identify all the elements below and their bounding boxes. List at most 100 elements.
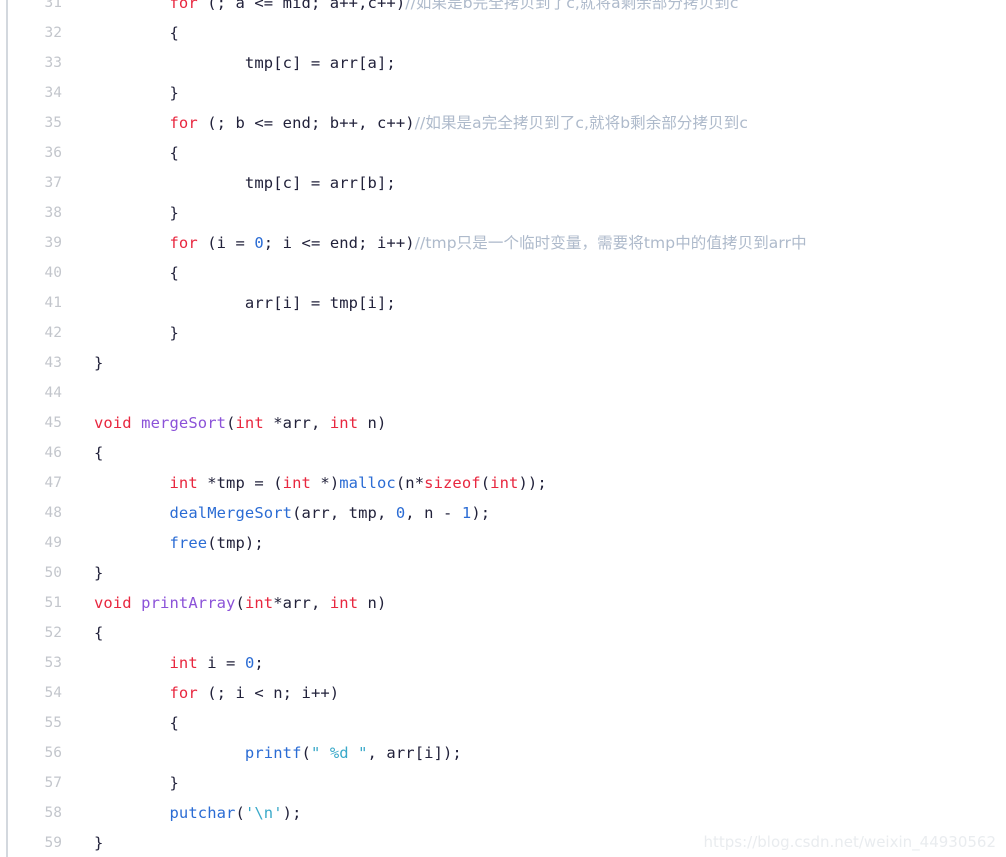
line-number: 40 <box>44 265 62 281</box>
line-content[interactable]: arr[i] = tmp[i]; <box>94 288 396 318</box>
line-number: 50 <box>44 565 62 581</box>
line-content[interactable]: tmp[c] = arr[a]; <box>94 48 396 78</box>
token-pln <box>132 414 141 432</box>
token-fn: free <box>169 534 208 552</box>
token-pln: } <box>94 774 179 792</box>
token-pln: ( <box>480 474 491 492</box>
code-line: 33 tmp[c] = arr[a]; <box>0 48 1006 78</box>
code-line: 42 } <box>0 318 1006 348</box>
line-number: 49 <box>44 535 62 551</box>
token-pln: ( <box>235 804 245 822</box>
token-pln: { <box>94 264 179 282</box>
token-cmt: //如果是b完全拷贝到了c,就将a剩余部分拷贝到c <box>405 0 739 12</box>
token-pln: } <box>94 834 104 852</box>
line-content[interactable]: } <box>94 768 179 798</box>
token-num: 1 <box>461 504 472 522</box>
line-number: 51 <box>44 595 62 611</box>
token-pln <box>94 744 245 762</box>
line-number: 56 <box>44 745 62 761</box>
token-pln: tmp[c] = arr[b]; <box>94 174 396 192</box>
token-pln: ( <box>235 594 245 612</box>
line-content[interactable]: void printArray(int*arr, int n) <box>94 588 386 618</box>
line-content[interactable]: { <box>94 618 103 648</box>
token-pln <box>94 804 169 822</box>
token-pln <box>94 474 169 492</box>
token-pln: (arr, tmp, <box>292 504 396 522</box>
line-content[interactable]: void mergeSort(int *arr, int n) <box>94 408 386 438</box>
line-number: 35 <box>44 115 62 131</box>
code-line: 32 { <box>0 18 1006 48</box>
code-line: 43} <box>0 348 1006 378</box>
code-line: 54 for (; i < n; i++) <box>0 678 1006 708</box>
line-content[interactable]: for (; i < n; i++) <box>94 678 339 708</box>
line-number: 36 <box>44 145 62 161</box>
code-line: 57 } <box>0 768 1006 798</box>
token-kw: for <box>169 0 198 12</box>
code-lines-container[interactable]: 31 for (; a <= mid; a++,c++)//如果是b完全拷贝到了… <box>0 0 1006 857</box>
line-number: 59 <box>44 835 62 851</box>
token-pln: *tmp = ( <box>197 474 283 492</box>
token-pln: (; b <= end; b++, c++) <box>197 114 415 132</box>
line-content[interactable]: } <box>94 78 179 108</box>
code-line: 52 { <box>0 618 1006 648</box>
token-kw: void <box>94 594 132 612</box>
token-kw: sizeof <box>424 474 481 492</box>
line-content[interactable]: { <box>94 18 179 48</box>
token-pln: ; <box>254 654 264 672</box>
line-content[interactable]: for (i = 0; i <= end; i++)//tmp只是一个临时变量，… <box>94 228 807 258</box>
line-content[interactable]: } <box>94 318 179 348</box>
code-line: 34 } <box>0 78 1006 108</box>
token-pln: (i = <box>197 234 255 252</box>
code-line: 58 putchar('\n'); <box>0 798 1006 828</box>
token-pln: } <box>94 564 104 582</box>
line-content[interactable]: { <box>94 708 179 738</box>
token-kw: int <box>244 594 274 612</box>
code-line: 56 printf(" %d ", arr[i]); <box>0 738 1006 768</box>
line-content[interactable]: for (; a <= mid; a++,c++)//如果是b完全拷贝到了c,就… <box>94 0 739 18</box>
line-number: 52 <box>44 625 62 641</box>
line-content[interactable]: { <box>94 138 179 168</box>
token-pln: (n* <box>395 474 425 492</box>
token-pln: i = <box>197 654 245 672</box>
token-kw: int <box>235 414 264 432</box>
token-pln: (; i < n; i++) <box>197 684 340 702</box>
line-content[interactable]: } <box>94 558 103 588</box>
token-pln: ; i <= end; i++) <box>263 234 415 252</box>
line-content[interactable]: for (; b <= end; b++, c++)//如果是a完全拷贝到了c,… <box>94 108 748 138</box>
token-pln <box>94 0 169 12</box>
token-pln <box>132 594 141 612</box>
code-line: 38 } <box>0 198 1006 228</box>
code-line: 41 arr[i] = tmp[i]; <box>0 288 1006 318</box>
line-number: 57 <box>44 775 62 791</box>
code-line: 48 dealMergeSort(arr, tmp, 0, n - 1); <box>0 498 1006 528</box>
line-content[interactable]: } <box>94 198 179 228</box>
code-line: 31 for (; a <= mid; a++,c++)//如果是b完全拷贝到了… <box>0 0 1006 18</box>
code-line: 37 tmp[c] = arr[b]; <box>0 168 1006 198</box>
token-pln <box>94 654 169 672</box>
line-number: 31 <box>44 0 62 11</box>
token-fn: putchar <box>169 804 236 822</box>
token-kw: void <box>94 414 132 432</box>
line-number: 46 <box>44 445 62 461</box>
code-line: 44 <box>0 378 1006 408</box>
token-pln: *) <box>310 474 340 492</box>
token-pln <box>94 504 169 522</box>
line-content[interactable]: dealMergeSort(arr, tmp, 0, n - 1); <box>94 498 490 528</box>
line-content[interactable]: } <box>94 348 103 378</box>
line-number: 33 <box>44 55 62 71</box>
line-content[interactable]: int i = 0; <box>94 648 264 678</box>
line-content[interactable]: tmp[c] = arr[b]; <box>94 168 396 198</box>
line-content[interactable]: free(tmp); <box>94 528 264 558</box>
token-pln: { <box>94 624 104 642</box>
line-content[interactable]: } <box>94 828 103 857</box>
line-content[interactable]: int *tmp = (int *)malloc(n*sizeof(int)); <box>94 468 547 498</box>
line-content[interactable]: { <box>94 258 179 288</box>
token-num: 0 <box>244 654 255 672</box>
token-pln: { <box>94 714 179 732</box>
line-number: 53 <box>44 655 62 671</box>
line-content[interactable]: putchar('\n'); <box>94 798 302 828</box>
line-content[interactable]: printf(" %d ", arr[i]); <box>94 738 462 768</box>
line-content[interactable]: { <box>94 438 103 468</box>
line-number: 47 <box>44 475 62 491</box>
code-line: 50} <box>0 558 1006 588</box>
